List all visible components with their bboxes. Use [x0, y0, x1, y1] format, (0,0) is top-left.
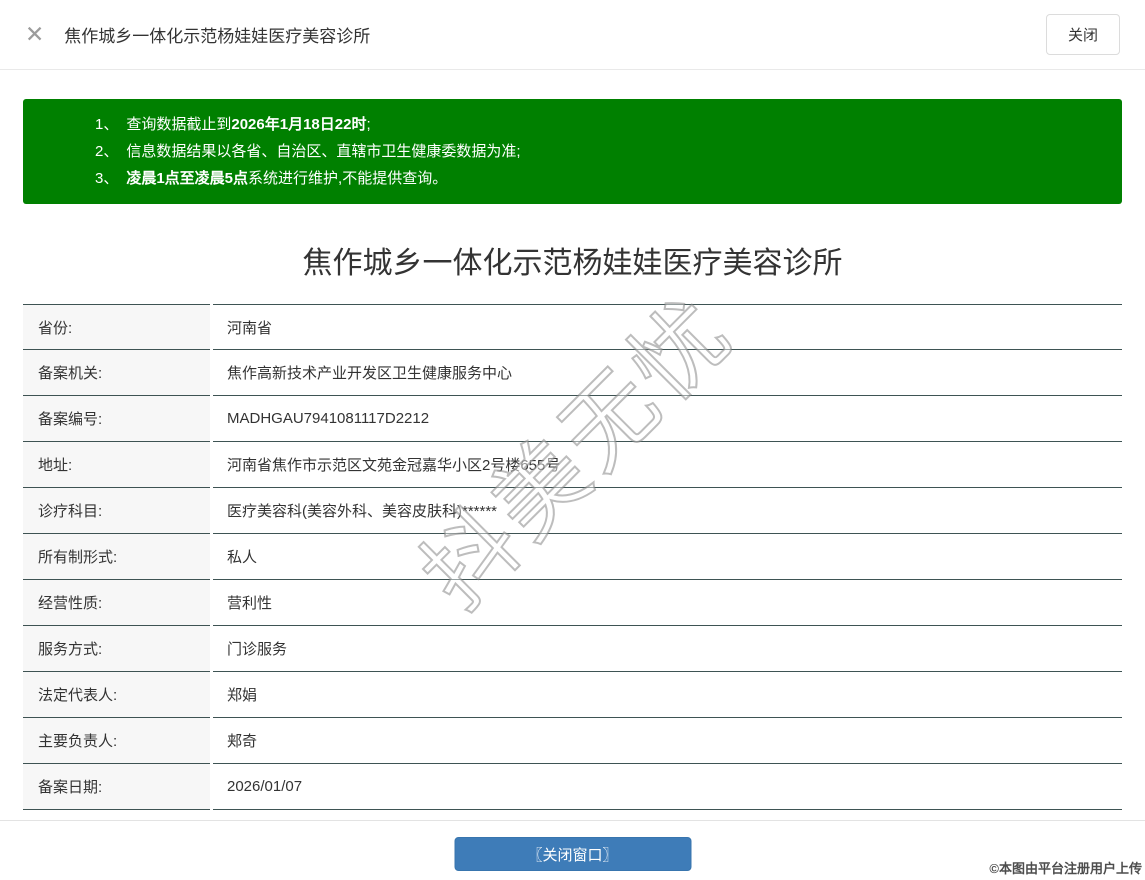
notice-text-bold: 凌晨1点至凌晨5点: [126, 170, 249, 187]
notice-line-2: 2、 信息数据结果以各省、自治区、直辖市卫生健康委数据为准;: [95, 138, 1102, 165]
modal-header: ✕ 焦作城乡一体化示范杨娃娃医疗美容诊所 关闭: [0, 0, 1145, 70]
row-value: 2026/01/07: [213, 764, 1122, 810]
row-value: 门诊服务: [213, 626, 1122, 672]
notice-text-bold: 2026年1月18日22时: [231, 116, 367, 133]
close-window-button[interactable]: 〖关闭窗口〗: [454, 837, 691, 871]
notice-text: 查询数据截止到: [126, 116, 232, 133]
row-value: 郑娟: [213, 672, 1122, 718]
table-row-legal-representative: 法定代表人: 郑娟: [23, 672, 1122, 718]
table-row-medical-subjects: 诊疗科目: 医疗美容科(美容外科、美容皮肤科)******: [23, 488, 1122, 534]
footer-divider: [0, 820, 1145, 821]
row-label: 地址:: [23, 442, 210, 488]
row-label: 备案机关:: [23, 350, 210, 396]
notice-text: 信息数据结果以各省、自治区、直辖市卫生健康委数据为准;: [126, 143, 521, 160]
row-value: 河南省: [213, 304, 1122, 350]
row-label: 省份:: [23, 304, 210, 350]
notice-line-number: 3、: [95, 170, 119, 187]
notice-line-3: 3、 凌晨1点至凌晨5点系统进行维护,不能提供查询。: [95, 165, 1102, 192]
notice-line-1: 1、 查询数据截止到2026年1月18日22时;: [95, 111, 1102, 138]
notice-line-number: 2、: [95, 143, 119, 160]
row-value: 河南省焦作市示范区文苑金冠嘉华小区2号楼655号: [213, 442, 1122, 488]
table-row-ownership-form: 所有制形式: 私人: [23, 534, 1122, 580]
row-value: 医疗美容科(美容外科、美容皮肤科)******: [213, 488, 1122, 534]
row-label: 备案编号:: [23, 396, 210, 442]
modal-title: 焦作城乡一体化示范杨娃娃医疗美容诊所: [64, 27, 371, 46]
row-label: 主要负责人:: [23, 718, 210, 764]
table-row-service-mode: 服务方式: 门诊服务: [23, 626, 1122, 672]
copyright-stamp: ©本图由平台注册用户上传: [989, 861, 1142, 876]
row-label: 所有制形式:: [23, 534, 210, 580]
notice-text: ;: [366, 116, 371, 133]
notice-box: 1、 查询数据截止到2026年1月18日22时; 2、 信息数据结果以各省、自治区、…: [23, 99, 1122, 204]
table-row-business-nature: 经营性质: 营利性: [23, 580, 1122, 626]
page-title: 焦作城乡一体化示范杨娃娃医疗美容诊所: [302, 247, 843, 280]
info-table: 省份: 河南省 备案机关: 焦作高新技术产业开发区卫生健康服务中心 备案编号: …: [23, 304, 1122, 810]
table-row-address: 地址: 河南省焦作市示范区文苑金冠嘉华小区2号楼655号: [23, 442, 1122, 488]
row-value: 营利性: [213, 580, 1122, 626]
header-close-button[interactable]: 关闭: [1045, 14, 1120, 55]
table-row-registration-date: 备案日期: 2026/01/07: [23, 764, 1122, 810]
notice-text: 系统进行维护,不能提供查询。: [248, 170, 448, 187]
table-row-registration-authority: 备案机关: 焦作高新技术产业开发区卫生健康服务中心: [23, 350, 1122, 396]
row-label: 服务方式:: [23, 626, 210, 672]
row-value: 焦作高新技术产业开发区卫生健康服务中心: [213, 350, 1122, 396]
row-value: 私人: [213, 534, 1122, 580]
table-row-registration-number: 备案编号: MADHGAU7941081117D2212: [23, 396, 1122, 442]
row-value: 郏奇: [213, 718, 1122, 764]
table-row-province: 省份: 河南省: [23, 304, 1122, 350]
row-label: 经营性质:: [23, 580, 210, 626]
row-value: MADHGAU7941081117D2212: [213, 396, 1122, 442]
row-label: 备案日期:: [23, 764, 210, 810]
table-row-principal-person: 主要负责人: 郏奇: [23, 718, 1122, 764]
notice-line-number: 1、: [95, 116, 119, 133]
close-icon[interactable]: ✕: [25, 23, 44, 46]
row-label: 法定代表人:: [23, 672, 210, 718]
record-modal: ✕ 焦作城乡一体化示范杨娃娃医疗美容诊所 关闭 1、 查询数据截止到2026年1月…: [0, 0, 1145, 880]
row-label: 诊疗科目:: [23, 488, 210, 534]
